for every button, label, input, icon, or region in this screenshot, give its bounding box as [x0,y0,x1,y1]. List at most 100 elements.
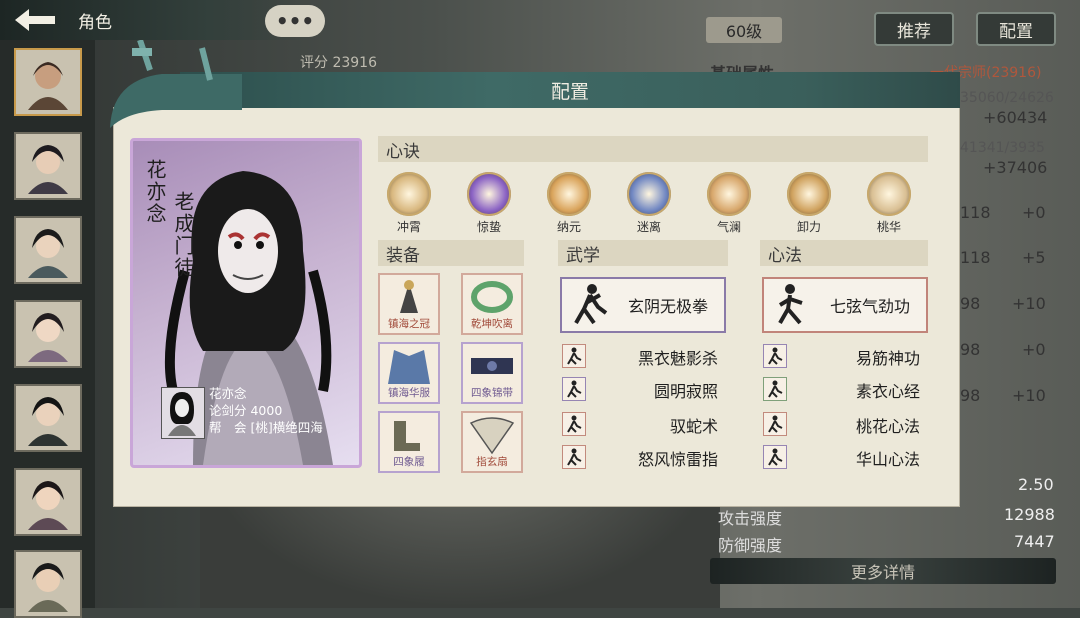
equipment-slot-belt[interactable]: 四象锦带 [461,342,523,404]
character-title: 老成门徒 [171,191,195,279]
character-avatar[interactable] [14,216,82,284]
attr-row-value-a: 41341/3935 [960,140,1045,156]
attr-row-value-b: +10 [1012,294,1046,313]
character-avatar[interactable] [14,384,82,452]
character-sidebar [0,40,95,618]
attr-row-value-a: 98 [960,386,981,405]
portrait-icon [168,392,196,436]
recommend-button[interactable]: 推荐 [874,12,954,46]
wuxue-header: 武学 [558,240,728,266]
xinjue-label: 气澜 [716,220,741,234]
extra-stat-value: 12988 [1004,505,1055,524]
attr-row-value-a: 118 [960,248,991,267]
attr-row-value-a: 118 [960,203,991,222]
equipment-slot-robe[interactable]: 镇海华服 [378,342,440,404]
equipment-slot-boots[interactable]: 四象履 [378,411,440,473]
xinjue-label: 惊蛰 [476,220,501,234]
belt-icon [471,358,513,374]
more-details-button[interactable]: 更多详情 [710,558,1056,584]
fan-icon [469,417,515,455]
skill-label[interactable]: 驭蛇术 [670,413,718,437]
config-button[interactable]: 配置 [976,12,1056,46]
boots-icon [394,421,420,451]
extra-stat-value: 7447 [1014,532,1055,551]
dialog-ornament-icon [110,40,242,128]
main-skill-label: 玄阴无极拳 [627,297,708,316]
xinjue-item[interactable]: 纳元 [544,172,594,235]
skill-label[interactable]: 华山心法 [856,446,920,470]
equipment-slot-ring[interactable]: 乾坤吹离 [461,273,523,335]
ellipsis-icon: ••• [275,9,315,33]
attr-row-value-a: 35060/24626 [960,90,1054,106]
character-avatar[interactable] [14,300,82,368]
xinjue-item[interactable]: 卸力 [784,172,834,235]
dialog-title: 配置 [180,72,960,108]
skill-icon[interactable] [562,377,586,401]
wuxue-main-skill[interactable]: 玄阴无极拳 [560,277,726,333]
attr-row-value-b: +10 [1012,386,1046,405]
attr-row-value-b: +37406 [983,158,1048,177]
skill-label[interactable]: 桃花心法 [856,413,920,437]
skill-icon[interactable] [763,344,787,368]
portrait-icon [28,62,68,110]
meditation-icon [770,282,814,328]
attr-row-value-b: +0 [1022,203,1046,222]
xinjue-item[interactable]: 迷离 [624,172,674,235]
portrait-icon [28,229,68,278]
xinjue-label: 冲霄 [396,220,421,234]
back-button[interactable] [10,4,60,36]
skill-label[interactable]: 怒风惊雷指 [638,446,718,470]
skill-icon[interactable] [763,445,787,469]
xinjue-item[interactable]: 桃华 [864,172,914,235]
xinfa-header: 心法 [760,240,928,266]
equipment-label: 乾坤吹离 [471,318,513,330]
skill-icon[interactable] [562,445,586,469]
martial-stance-icon [568,282,612,328]
xinjue-skill-icon [387,172,431,216]
skill-icon[interactable] [562,344,586,368]
portrait-icon [28,563,68,612]
character-name: 花亦念 [143,159,167,225]
main-skill-label: 七弦气劲功 [829,297,910,316]
xinjue-skill-icon [547,172,591,216]
attr-row-value-b: +5 [1022,248,1046,267]
character-card[interactable]: 花亦念 老成门徒 花亦念 论剑分 4000 帮 会 [桃]横绝四海 [130,138,362,468]
skill-label[interactable]: 黑衣魅影杀 [638,345,718,369]
xinjue-label: 桃华 [876,220,901,234]
skill-icon[interactable] [562,412,586,436]
xinjue-item[interactable]: 冲霄 [384,172,434,235]
equipment-label: 四象锦带 [471,387,513,399]
attr-row-value-a: 98 [960,294,981,313]
skill-label[interactable]: 易筋神功 [856,345,920,369]
skill-label[interactable]: 圆明寂照 [654,378,718,402]
page-title: 角色 [78,13,112,33]
character-avatar[interactable] [14,132,82,200]
xinfa-main-skill[interactable]: 七弦气劲功 [762,277,928,333]
chat-bubble-button[interactable]: ••• [265,5,325,37]
equipment-slot-helmet[interactable]: 镇海之冠 [378,273,440,335]
equipment-label: 四象履 [393,456,425,468]
equipment-label: 镇海之冠 [388,318,430,330]
equipment-header: 装备 [378,240,524,266]
extra-stat-label: 防御强度 [718,536,783,555]
xinjue-item[interactable]: 惊蛰 [464,172,514,235]
skill-label[interactable]: 素衣心经 [856,378,920,402]
portrait-icon [28,313,68,362]
xinjue-header: 心诀 [378,136,928,162]
attr-row-value-b: +60434 [983,108,1048,127]
portrait-icon [28,481,68,530]
extra-stat-value: 2.50 [1018,475,1054,494]
background-score: 评分 23916 [300,55,377,71]
xinjue-item[interactable]: 气澜 [704,172,754,235]
character-avatar[interactable] [14,48,82,116]
skill-icon[interactable] [763,377,787,401]
skill-icon[interactable] [763,412,787,436]
character-avatar[interactable] [14,468,82,536]
info-name: 花亦念 [209,386,247,401]
xinjue-label: 纳元 [556,220,581,234]
info-guild: 帮 会 [桃]横绝四海 [209,420,323,435]
attr-row-value-b: +0 [1022,340,1046,359]
equipment-label: 指玄扇 [476,456,508,468]
equipment-slot-fan[interactable]: 指玄扇 [461,411,523,473]
character-info: 花亦念 论剑分 4000 帮 会 [桃]横绝四海 [209,385,323,436]
